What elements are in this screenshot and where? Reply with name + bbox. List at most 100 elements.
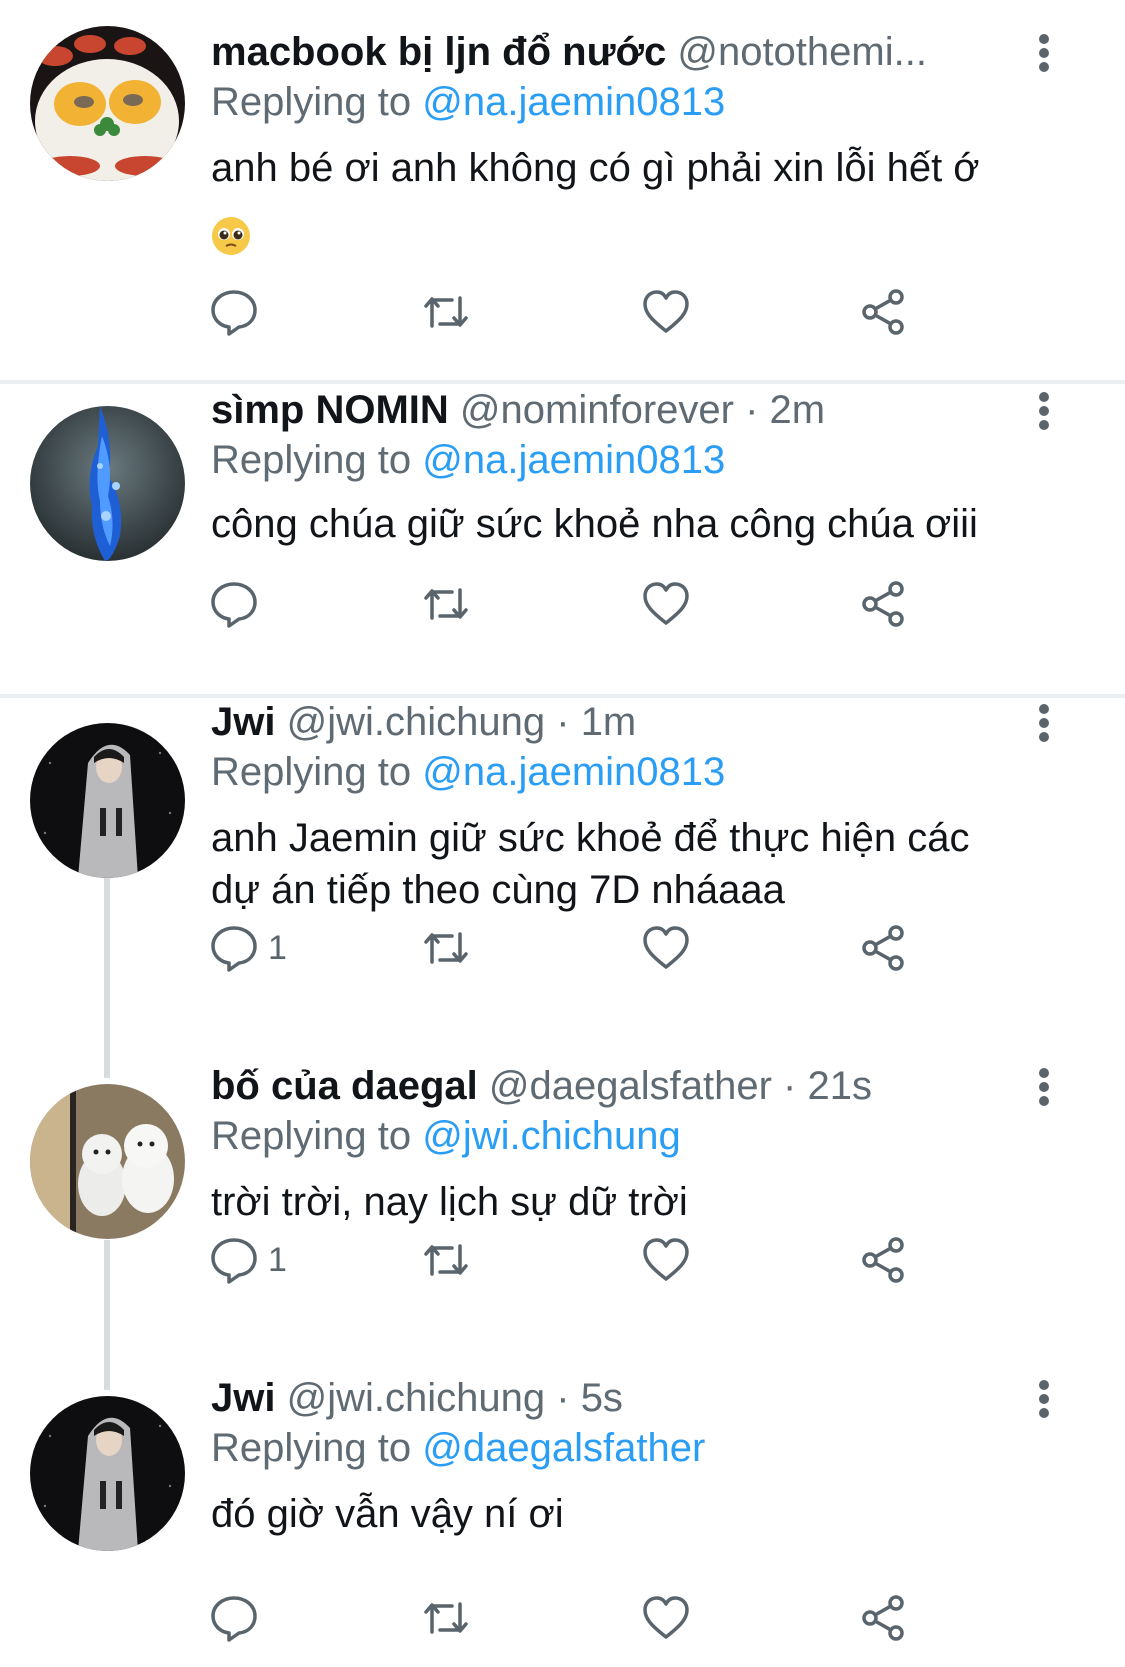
- tweet-actions: [0, 282, 1125, 342]
- retweet-button[interactable]: [420, 282, 472, 342]
- share-button[interactable]: [858, 918, 910, 978]
- like-icon: [643, 290, 689, 333]
- replying-to-label: Replying to: [211, 1114, 412, 1158]
- timestamp[interactable]: 21s: [807, 1064, 872, 1108]
- more-options-icon[interactable]: [1029, 386, 1061, 434]
- like-button[interactable]: [640, 574, 692, 634]
- reply-button[interactable]: [208, 574, 268, 634]
- mention-link[interactable]: @na.jaemin0813: [422, 750, 725, 794]
- reply-feed: macbook bị ljn đổ nước @notothemi... Rep…: [0, 0, 1125, 1667]
- tweet-1[interactable]: macbook bị ljn đổ nước @notothemi... Rep…: [0, 0, 1125, 360]
- share-icon: [862, 581, 904, 627]
- display-name[interactable]: Jwi: [211, 1376, 275, 1420]
- reply-button[interactable]: 1: [208, 918, 287, 978]
- display-name[interactable]: Jwi: [211, 700, 275, 744]
- display-name[interactable]: sìmp NOMIN: [211, 388, 449, 432]
- avatar[interactable]: [30, 26, 185, 181]
- username[interactable]: @nominforever: [460, 388, 734, 432]
- replying-to: Replying to @daegalsfather: [211, 1424, 705, 1472]
- tweet-text: trời trời, nay lịch sự dữ trời: [211, 1176, 1081, 1228]
- tweet-header: sìmp NOMIN @nominforever · 2m: [211, 386, 1035, 434]
- like-button[interactable]: [640, 1588, 692, 1648]
- tweet-2[interactable]: sìmp NOMIN @nominforever · 2m Replying t…: [0, 384, 1125, 694]
- tweet-actions: 1: [0, 1230, 1125, 1290]
- mention-link[interactable]: @jwi.chichung: [422, 1114, 681, 1158]
- like-button[interactable]: [640, 282, 692, 342]
- like-icon: [643, 926, 689, 969]
- more-options-icon[interactable]: [1029, 1374, 1061, 1422]
- share-button[interactable]: [858, 282, 910, 342]
- tweet-text: anh Jaemin giữ sức khoẻ để thực hiện các…: [211, 812, 1081, 916]
- reply-icon: [211, 1238, 257, 1284]
- tweet-text: công chúa giữ sức khoẻ nha công chúa ơii…: [211, 498, 1081, 550]
- replying-to: Replying to @na.jaemin0813: [211, 78, 725, 126]
- like-button[interactable]: [640, 918, 692, 978]
- timestamp[interactable]: 5s: [581, 1376, 623, 1420]
- timestamp[interactable]: 1m: [581, 700, 637, 744]
- tweet-text: anh bé ơi anh không có gì phải xin lỗi h…: [211, 142, 1081, 260]
- display-name[interactable]: macbook bị ljn đổ nước: [211, 30, 666, 74]
- tweet-header: Jwi @jwi.chichung · 5s: [211, 1374, 1035, 1422]
- like-icon: [643, 1596, 689, 1639]
- reply-button[interactable]: 1: [208, 1230, 287, 1290]
- tweet-text-line: anh bé ơi anh không có gì phải xin lỗi h…: [211, 146, 980, 190]
- cartoon-face-avatar-image: [30, 26, 185, 181]
- reply-icon: [211, 926, 257, 972]
- share-button[interactable]: [858, 1588, 910, 1648]
- avatar[interactable]: [30, 1084, 185, 1239]
- reply-count: 1: [268, 1240, 287, 1279]
- replying-to-label: Replying to: [211, 80, 412, 124]
- tweet-3[interactable]: Jwi @jwi.chichung · 1m Replying to @na.j…: [0, 698, 1125, 1070]
- share-button[interactable]: [858, 1230, 910, 1290]
- tweet-text-line: trời trời, nay lịch sự dữ trời: [211, 1180, 688, 1224]
- tweet-text-line: công chúa giữ sức khoẻ nha công chúa ơii…: [211, 502, 978, 546]
- retweet-icon: [424, 1244, 468, 1276]
- separator-dot: ·: [556, 1376, 570, 1420]
- retweet-icon: [424, 588, 468, 620]
- tweet-4[interactable]: bố của daegal @daegalsfather · 21s Reply…: [0, 1062, 1125, 1374]
- retweet-button[interactable]: [420, 1588, 472, 1648]
- like-button[interactable]: [640, 1230, 692, 1290]
- white-dogs-avatar-image: [30, 1084, 185, 1239]
- share-icon: [862, 289, 904, 335]
- separator-dot: ·: [745, 388, 759, 432]
- replying-to: Replying to @na.jaemin0813: [211, 436, 725, 484]
- username[interactable]: @notothemi...: [677, 30, 927, 74]
- avatar[interactable]: [30, 1396, 185, 1551]
- mention-link[interactable]: @na.jaemin0813: [422, 438, 725, 482]
- avatar[interactable]: [30, 406, 185, 561]
- replying-to: Replying to @na.jaemin0813: [211, 748, 725, 796]
- more-options-icon[interactable]: [1029, 1062, 1061, 1110]
- display-name[interactable]: bố của daegal: [211, 1064, 478, 1108]
- tweet-5[interactable]: Jwi @jwi.chichung · 5s Replying to @daeg…: [0, 1374, 1125, 1667]
- replying-to-label: Replying to: [211, 438, 412, 482]
- share-button[interactable]: [858, 574, 910, 634]
- more-options-icon[interactable]: [1029, 698, 1061, 746]
- tweet-text-line: dự án tiếp theo cùng 7D nháaaa: [211, 868, 785, 912]
- replying-to-label: Replying to: [211, 1426, 412, 1470]
- reply-button[interactable]: [208, 1588, 268, 1648]
- retweet-icon: [424, 1602, 468, 1634]
- more-options-icon[interactable]: [1029, 28, 1061, 76]
- username[interactable]: @daegalsfather: [489, 1064, 772, 1108]
- retweet-button[interactable]: [420, 918, 472, 978]
- retweet-icon: [424, 296, 468, 328]
- retweet-button[interactable]: [420, 1230, 472, 1290]
- replying-to: Replying to @jwi.chichung: [211, 1112, 681, 1160]
- mention-link[interactable]: @daegalsfather: [422, 1426, 705, 1470]
- avatar[interactable]: [30, 723, 185, 878]
- tweet-actions: [0, 1588, 1125, 1648]
- share-icon: [862, 1237, 904, 1283]
- reply-count: 1: [268, 928, 287, 967]
- reply-button[interactable]: [208, 282, 268, 342]
- username[interactable]: @jwi.chichung: [287, 700, 546, 744]
- timestamp[interactable]: 2m: [770, 388, 826, 432]
- retweet-button[interactable]: [420, 574, 472, 634]
- tweet-actions: 1: [0, 918, 1125, 978]
- mention-link[interactable]: @na.jaemin0813: [422, 80, 725, 124]
- separator-dot: ·: [556, 700, 570, 744]
- username[interactable]: @jwi.chichung: [287, 1376, 546, 1420]
- share-icon: [862, 925, 904, 971]
- share-icon: [862, 1595, 904, 1641]
- separator-dot: ·: [783, 1064, 797, 1108]
